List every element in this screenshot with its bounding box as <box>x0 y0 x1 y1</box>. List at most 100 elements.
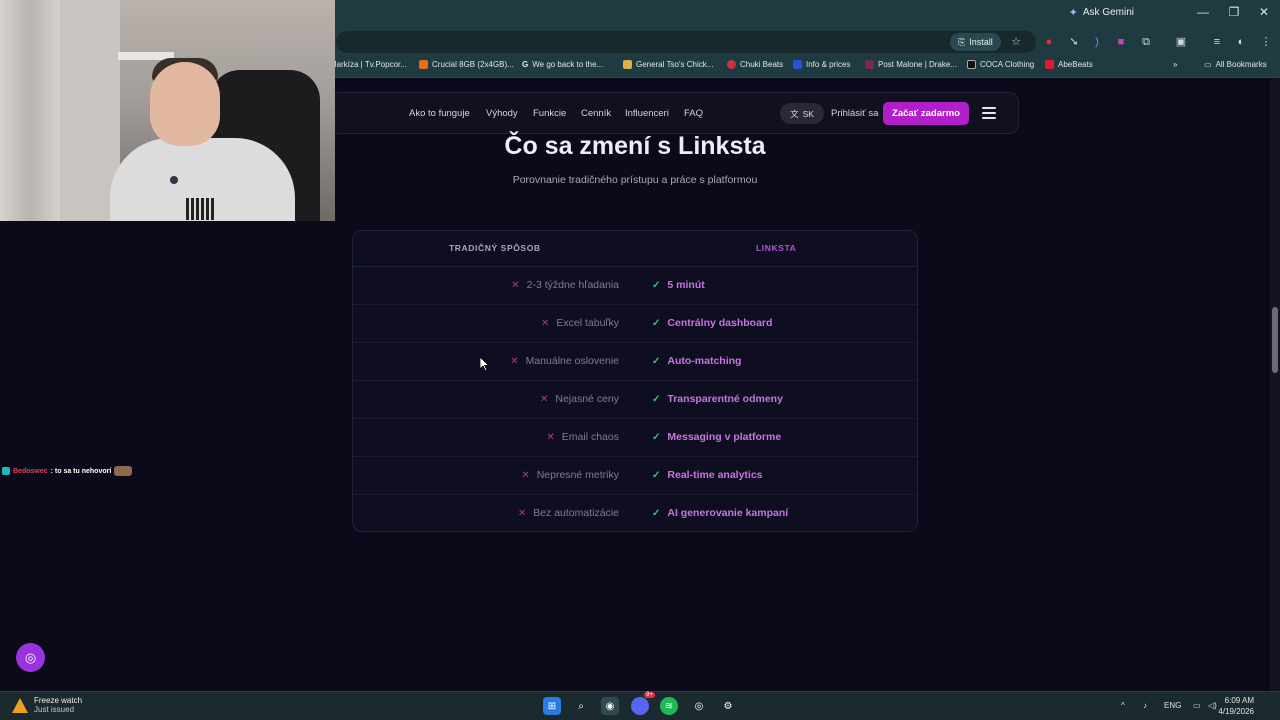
bookmark-item[interactable]: Chuki Beats <box>727 60 783 69</box>
close-icon[interactable]: ✕ <box>1257 5 1271 19</box>
nav-link-influencers[interactable]: Influenceri <box>625 108 669 119</box>
search-icon[interactable]: ⌕ <box>572 697 590 715</box>
extension-arrow-icon[interactable]: ➘ <box>1066 34 1082 50</box>
extensions-puzzle-icon[interactable]: ⧉ <box>1138 34 1154 50</box>
linksta-cell: ✓ Real-time analytics <box>652 469 763 481</box>
cross-icon: ✕ <box>510 355 519 367</box>
linksta-cell: ✓ Transparentné odmeny <box>652 393 783 405</box>
bookmark-label: Markíza | Tv.Popcor... <box>330 60 407 69</box>
all-bookmarks-button[interactable]: ▭ All Bookmarks <box>1204 60 1267 69</box>
comparison-row: ✕ Bez automatizácie ✓ AI generovanie kampan… <box>353 495 917 531</box>
bookmark-favicon-icon <box>967 60 976 69</box>
check-icon: ✓ <box>652 507 661 519</box>
bookmark-item[interactable]: Crucial 8GB (2x4GB)... <box>419 60 514 69</box>
bookmark-item[interactable]: COCA Clothing <box>967 60 1034 69</box>
bookmark-item[interactable]: G We go back to the... <box>522 60 603 69</box>
extension-purple-icon[interactable]: ■ <box>1113 34 1129 50</box>
screen: ✦ Ask Gemini — ❐ ✕ ⎘ Install ☆ ● ➘ ) ■ ⧉… <box>0 0 1280 720</box>
extension-wave-icon[interactable]: ) <box>1089 34 1105 50</box>
hamburger-menu-icon[interactable] <box>982 107 998 119</box>
bookmark-label: COCA Clothing <box>980 60 1035 69</box>
bookmarks-overflow-icon[interactable]: » <box>1173 60 1177 69</box>
comparison-header: TRADIČNÝ SPÔSOB LINKSTA <box>353 231 917 267</box>
chrome-icon[interactable]: ◉ <box>601 697 619 715</box>
login-link[interactable]: Prihlásiť sa <box>831 108 878 119</box>
install-button[interactable]: ⎘ Install <box>950 33 1001 51</box>
chat-badge-icon <box>2 467 10 475</box>
weather-notification[interactable]: Freeze watch Just issued <box>12 696 82 714</box>
bookmark-item[interactable]: AbeBeats <box>1045 60 1093 69</box>
discord-icon[interactable]: 9+ <box>631 692 655 715</box>
bookmark-favicon-icon <box>865 60 874 69</box>
traditional-text: 2-3 týždne hľadania <box>526 279 619 291</box>
nav-link-faq[interactable]: FAQ <box>684 108 703 119</box>
restore-icon[interactable]: ❐ <box>1227 5 1241 19</box>
cross-icon: ✕ <box>517 507 527 519</box>
nav-link-benefits[interactable]: Výhody <box>486 108 518 119</box>
start-free-button[interactable]: Začať zadarmo <box>883 102 969 125</box>
ask-gemini-button[interactable]: ✦ Ask Gemini <box>1069 6 1134 19</box>
tray-overflow-icon[interactable]: ^ <box>1121 701 1125 710</box>
linksta-cell: ✓ Messaging v platforme <box>652 431 781 443</box>
traditional-text: Nejasné ceny <box>555 393 619 405</box>
browser-menu-icon[interactable]: ⋮ <box>1258 34 1274 50</box>
minimize-icon[interactable]: — <box>1196 5 1210 19</box>
language-code: SK <box>802 108 814 119</box>
network-icon[interactable]: ▭ <box>1193 701 1201 710</box>
cross-icon: ✕ <box>511 279 520 291</box>
tab-search-icon[interactable]: ▣ <box>1173 34 1189 50</box>
extension-red-icon[interactable]: ● <box>1041 34 1057 50</box>
address-bar[interactable] <box>336 31 1036 53</box>
reading-list-icon[interactable]: ≡ <box>1209 34 1225 50</box>
notification-subtitle: Just issued <box>34 705 75 714</box>
linksta-text: Messaging v platforme <box>667 431 782 443</box>
bookmark-item[interactable]: Markíza | Tv.Popcor... <box>330 60 407 69</box>
check-icon: ✓ <box>652 279 661 291</box>
microphone-icon[interactable]: ♪ <box>1143 701 1147 710</box>
bookmark-item[interactable]: Post Malone | Drake... <box>865 60 957 69</box>
comparison-table: TRADIČNÝ SPÔSOB LINKSTA ✕ 2-3 týždne hľad… <box>352 230 918 532</box>
page-scrollbar[interactable] <box>1270 79 1280 691</box>
star-icon[interactable]: ☆ <box>1008 34 1024 50</box>
windows-start-icon[interactable]: ⊞ <box>543 697 561 715</box>
profile-avatar-icon[interactable]: ◐ <box>1233 34 1249 50</box>
language-switcher[interactable]: 文 SK <box>780 103 824 124</box>
chat-emote-icon <box>114 466 133 476</box>
clock-date: 4/19/2026 <box>1218 707 1254 716</box>
cross-icon: ✕ <box>521 469 530 481</box>
comparison-row: ✕ Nejasné ceny ✓ Transparentné odmeny <box>353 381 917 419</box>
cross-icon: ✕ <box>546 431 555 443</box>
linksta-cell: ✓ AI generovanie kampaní <box>652 507 788 519</box>
input-language[interactable]: ENG <box>1164 701 1181 710</box>
bookmark-label: We go back to the... <box>532 60 604 69</box>
bookmark-label: Info & prices <box>806 60 851 69</box>
linksta-text: Transparentné odmeny <box>667 393 783 405</box>
all-bookmarks-label: All Bookmarks <box>1215 60 1267 69</box>
bookmark-favicon-icon <box>623 60 632 69</box>
install-label: Install <box>969 37 993 47</box>
bookmark-item[interactable]: Info & prices <box>793 60 850 69</box>
cookie-settings-button[interactable]: ◎ <box>16 643 45 672</box>
column-header-linksta: LINKSTA <box>756 243 797 253</box>
nav-link-how-it-works[interactable]: Ako to funguje <box>409 108 470 119</box>
nav-link-features[interactable]: Funkcie <box>533 108 566 119</box>
traditional-text: Manuálne oslovenie <box>525 355 619 367</box>
system-clock[interactable]: 6:09 AM 4/19/2026 <box>1218 695 1254 717</box>
traditional-cell: ✕ 2-3 týždne hľadania <box>511 279 619 291</box>
bookmark-label: Crucial 8GB (2x4GB)... <box>432 60 514 69</box>
cross-icon: ✕ <box>539 393 549 405</box>
volume-icon[interactable]: ◁) <box>1208 701 1217 710</box>
traditional-cell: ✕ Nejasné ceny <box>540 393 619 405</box>
nav-link-pricing[interactable]: Cenník <box>581 108 611 119</box>
bookmark-item[interactable]: General Tso's Chick... <box>623 60 713 69</box>
linksta-text: AI generovanie kampaní <box>667 507 789 519</box>
traditional-text: Nepresné metriky <box>536 469 619 481</box>
webcam-overlay <box>0 0 335 221</box>
linksta-text: Real-time analytics <box>667 469 763 481</box>
spotify-icon[interactable]: ≋ <box>660 697 678 715</box>
scrollbar-thumb[interactable] <box>1272 307 1278 373</box>
chat-message-text: : to sa tu nehovorí <box>50 467 112 475</box>
linksta-text: Centrálny dashboard <box>667 317 773 329</box>
obs-icon[interactable]: ◎ <box>690 697 708 715</box>
steam-icon[interactable]: ⚙ <box>719 697 737 715</box>
